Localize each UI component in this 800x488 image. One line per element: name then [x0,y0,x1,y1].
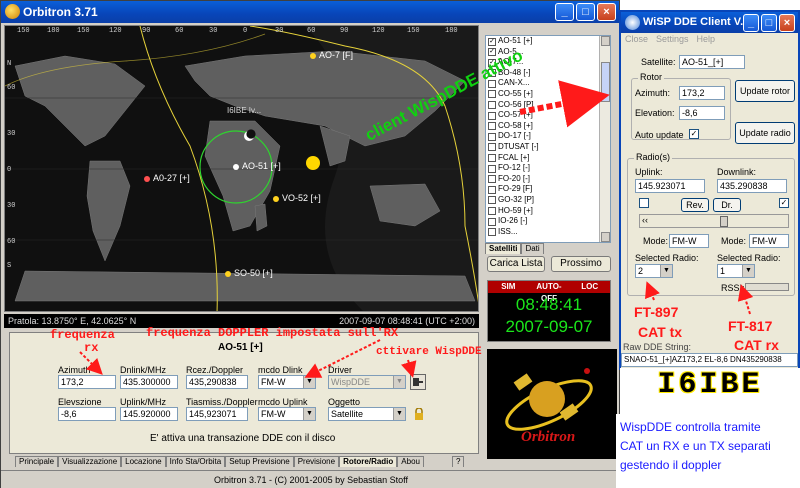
annotation-ft897-2: CAT tx [638,324,683,340]
note-text: WispDDE controlla tramite CAT un RX e un… [620,418,771,475]
annotation-ft817-1: FT-817 [728,318,773,334]
annotation-ft897-1: FT-897 [634,304,679,320]
annotation-doppler-rx: frequenza DOPPLER impostata sull'RX [146,326,399,340]
annotation-freq-rx-2: rx [84,341,99,355]
note-line-3: gestendo il doppler [620,458,722,472]
callsign-text: I6IBE [657,368,763,402]
callsign-box: I6IBE [620,368,800,408]
annotation-activate-wispdde: cttivare WispDDE [376,346,482,358]
annotation-ft817-2: CAT rx [734,337,779,353]
note-line-2: CAT un RX e un TX separati [620,439,771,453]
note-line-1: WispDDE controlla tramite [620,420,761,434]
annotation-freq-rx-1: frequenza [50,328,115,342]
note-box: WispDDE controlla tramite CAT un RX e un… [616,414,800,488]
